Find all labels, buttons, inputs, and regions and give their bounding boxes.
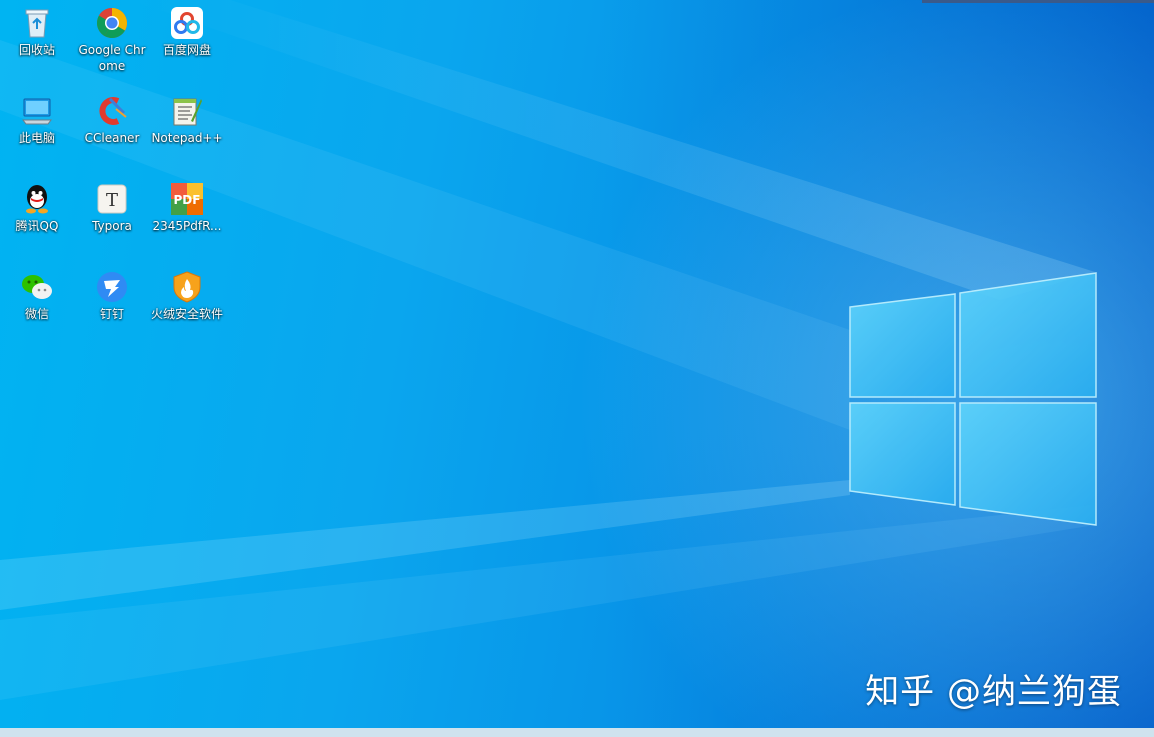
icon-label: 火绒安全软件: [150, 307, 223, 321]
icon-label: 微信: [24, 307, 49, 321]
desktop-icon-typora[interactable]: T Typora: [75, 182, 149, 234]
icon-label: Typora: [92, 219, 132, 233]
taskbar[interactable]: [0, 728, 1154, 737]
desktop-icon-baidu-netdisk[interactable]: 百度网盘: [150, 6, 224, 58]
recycle-bin-icon: [20, 6, 54, 40]
icon-label: Notepad++: [151, 131, 223, 145]
pdf-reader-icon: PDF: [170, 182, 204, 216]
ccleaner-icon: [95, 94, 129, 128]
desktop-icon-2345-pdf-reader[interactable]: PDF 2345PdfR...: [150, 182, 224, 234]
icon-label: 回收站: [18, 43, 55, 57]
huorong-icon: [170, 270, 204, 304]
qq-icon: [20, 182, 54, 216]
desktop-icon-wechat[interactable]: 微信: [0, 270, 74, 322]
dingtalk-icon: [95, 270, 129, 304]
icon-label: 2345PdfR...: [152, 219, 222, 233]
chrome-icon: [95, 6, 129, 40]
notepadpp-icon: [170, 94, 204, 128]
wechat-icon: [20, 270, 54, 304]
desktop-icon-recycle-bin[interactable]: 回收站: [0, 6, 74, 58]
zhihu-watermark: 知乎 @纳兰狗蛋: [865, 672, 1122, 712]
desktop[interactable]: 回收站 此电脑 腾讯QQ 微信 Google Chrome CCleaner T…: [0, 0, 1154, 737]
desktop-icon-chrome[interactable]: Google Chrome: [75, 6, 149, 74]
icon-label: 腾讯QQ: [15, 219, 59, 233]
desktop-icon-notepadpp[interactable]: Notepad++: [150, 94, 224, 146]
icon-label: 此电脑: [18, 131, 55, 145]
desktop-icon-this-pc[interactable]: 此电脑: [0, 94, 74, 146]
svg-text:T: T: [106, 190, 118, 211]
this-pc-icon: [20, 94, 54, 128]
icon-label: Google Chrome: [78, 43, 146, 73]
icon-label: 百度网盘: [162, 43, 211, 57]
baidu-netdisk-icon: [170, 6, 204, 40]
desktop-icon-ccleaner[interactable]: CCleaner: [75, 94, 149, 146]
svg-text:PDF: PDF: [174, 193, 201, 207]
typora-icon: T: [95, 182, 129, 216]
icon-label: CCleaner: [84, 131, 140, 145]
window-edge-strip: [922, 0, 1154, 3]
desktop-icon-huorong[interactable]: 火绒安全软件: [150, 270, 224, 322]
desktop-icon-qq[interactable]: 腾讯QQ: [0, 182, 74, 234]
desktop-icon-dingtalk[interactable]: 钉钉: [75, 270, 149, 322]
icon-label: 钉钉: [99, 307, 124, 321]
